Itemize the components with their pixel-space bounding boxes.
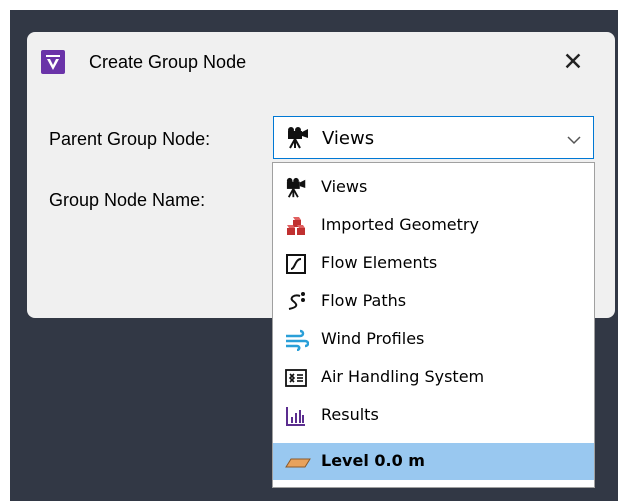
dropdown-item-air-handling-system[interactable]: Air Handling System <box>273 359 594 396</box>
camera-icon <box>285 177 307 199</box>
camera-icon <box>286 126 312 155</box>
dropdown-item-views[interactable]: Views <box>273 169 594 206</box>
combo-selected-value: Views <box>322 128 375 149</box>
level-plane-icon <box>285 451 311 473</box>
group-node-name-label: Group Node Name: <box>49 190 206 210</box>
dropdown-item-label: Flow Paths <box>321 291 407 310</box>
bar-chart-icon <box>285 405 307 427</box>
dialog-title: Create Group Node <box>89 52 247 72</box>
flow-path-icon <box>285 291 307 313</box>
blocks-icon <box>285 215 307 237</box>
dropdown-item-label: Views <box>321 177 368 196</box>
dropdown-item-label: Wind Profiles <box>321 329 425 348</box>
dropdown-item-wind-profiles[interactable]: Wind Profiles <box>273 321 594 358</box>
dropdown-item-flow-elements[interactable]: Flow Elements <box>273 245 594 282</box>
dropdown-item-imported-geometry[interactable]: Imported Geometry <box>273 207 594 244</box>
app-logo-icon <box>41 50 65 74</box>
air-handling-icon <box>285 367 307 389</box>
dropdown-item-flow-paths[interactable]: Flow Paths <box>273 283 594 320</box>
dropdown-item-label: Air Handling System <box>321 367 485 386</box>
chevron-down-icon[interactable] <box>567 132 581 150</box>
dropdown-item-results[interactable]: Results <box>273 397 594 434</box>
parent-group-node-select[interactable]: Views <box>273 116 594 159</box>
dropdown-item-label: Imported Geometry <box>321 215 479 234</box>
wind-icon <box>285 329 310 352</box>
dropdown-item-label: Flow Elements <box>321 253 438 272</box>
close-button[interactable]: ✕ <box>559 48 587 76</box>
flow-element-icon <box>285 253 307 275</box>
dropdown-item-label: Level 0.0 m <box>321 451 425 470</box>
parent-group-node-dropdown: Views Imported Geometry Flow Elements Fl… <box>272 162 595 488</box>
parent-group-node-label: Parent Group Node: <box>49 129 211 149</box>
dropdown-item-level-0-0-m[interactable]: Level 0.0 m <box>273 443 594 480</box>
dropdown-item-label: Results <box>321 405 379 424</box>
